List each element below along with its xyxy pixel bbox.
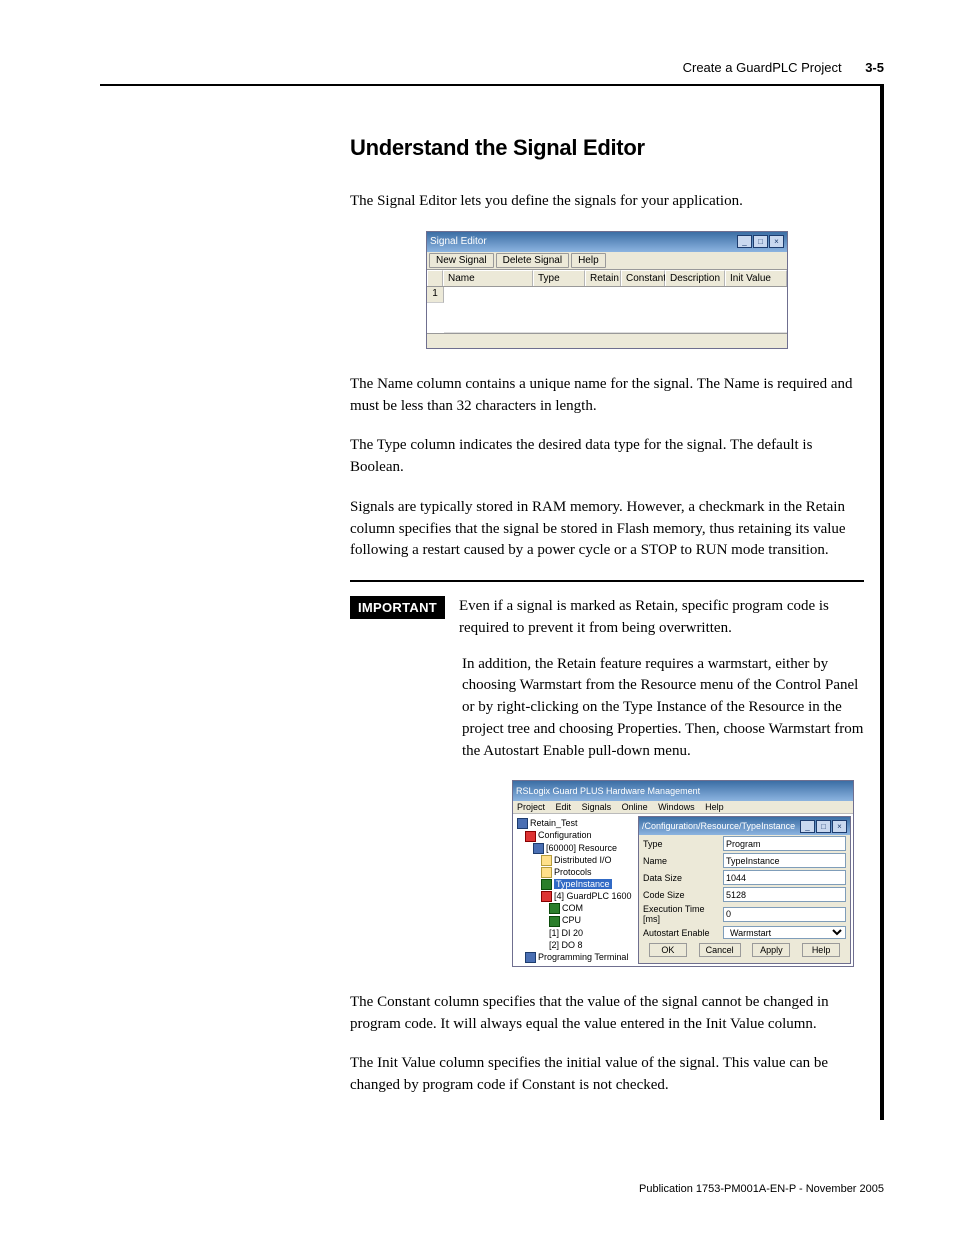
prop-csize-label: Code Size — [643, 890, 723, 900]
window-control-icons: _□× — [736, 235, 784, 248]
divider — [350, 580, 864, 582]
important-text-2: In addition, the Retain feature requires… — [462, 654, 864, 763]
signal-editor-figure: Signal Editor _□× New Signal Delete Sign… — [350, 231, 864, 349]
prop-dsize-field[interactable] — [723, 870, 846, 885]
sigeditor-statusbar — [427, 333, 787, 348]
hardware-mgmt-figure: RSLogix Guard PLUS Hardware Management P… — [350, 780, 854, 967]
sigeditor-title: Signal Editor — [430, 236, 487, 247]
tree-typeinstance[interactable]: TypeInstance — [554, 879, 612, 889]
important-block: IMPORTANT Even if a signal is marked as … — [350, 596, 864, 640]
plc-icon — [541, 891, 552, 902]
properties-window: /Configuration/Resource/TypeInstance _□×… — [638, 816, 851, 964]
folder-icon — [541, 855, 552, 866]
module-icon — [549, 916, 560, 927]
rownum-header — [427, 270, 443, 286]
prop-auto-label: Autostart Enable — [643, 928, 723, 938]
tree-progterm[interactable]: Programming Terminal — [538, 952, 628, 962]
menu-project[interactable]: Project — [517, 802, 545, 812]
type-paragraph: The Type column indicates the desired da… — [350, 435, 864, 479]
hw-titlebar: RSLogix Guard PLUS Hardware Management — [513, 781, 853, 801]
tree-protocols[interactable]: Protocols — [554, 867, 592, 877]
resource-icon — [533, 843, 544, 854]
close-icon[interactable]: × — [832, 820, 847, 833]
intro-paragraph: The Signal Editor lets you define the si… — [350, 191, 864, 213]
col-retain: Retain — [585, 270, 621, 286]
maximize-icon[interactable]: □ — [753, 235, 768, 248]
terminal-icon — [525, 952, 536, 963]
hw-menubar[interactable]: Project Edit Signals Online Windows Help — [513, 801, 853, 814]
delete-signal-button[interactable]: Delete Signal — [496, 253, 569, 268]
prop-name-label: Name — [643, 856, 723, 866]
menu-edit[interactable]: Edit — [556, 802, 572, 812]
ok-button[interactable]: OK — [649, 943, 687, 957]
prop-exec-field[interactable] — [723, 907, 846, 922]
prop-name-field[interactable] — [723, 853, 846, 868]
signal-editor-window: Signal Editor _□× New Signal Delete Sign… — [426, 231, 788, 349]
margin-rule — [880, 84, 884, 1120]
page-header: Create a GuardPLC Project 3-5 — [683, 60, 884, 75]
project-tree[interactable]: Retain_Test Configuration [60000] Resour… — [513, 814, 636, 966]
help-button[interactable]: Help — [571, 253, 606, 268]
tree-config[interactable]: Configuration — [538, 830, 592, 840]
section-title: Create a GuardPLC Project — [683, 60, 842, 75]
row-1-num: 1 — [427, 287, 444, 303]
typeinst-icon — [541, 879, 552, 890]
module-icon — [549, 903, 560, 914]
prop-exec-label: Execution Time [ms] — [643, 904, 723, 924]
close-icon[interactable]: × — [769, 235, 784, 248]
tree-di[interactable]: [1] DI 20 — [549, 928, 583, 938]
menu-windows[interactable]: Windows — [658, 802, 695, 812]
folder-icon — [541, 867, 552, 878]
prop-csize-field[interactable] — [723, 887, 846, 902]
help-button[interactable]: Help — [802, 943, 840, 957]
col-name: Name — [443, 270, 533, 286]
prop-titlebar: /Configuration/Resource/TypeInstance _□× — [639, 817, 850, 835]
prop-type-label: Type — [643, 839, 723, 849]
signal-grid-body[interactable]: 1 — [427, 287, 787, 333]
minimize-icon[interactable]: _ — [737, 235, 752, 248]
prop-type-field[interactable] — [723, 836, 846, 851]
retain-paragraph: Signals are typically stored in RAM memo… — [350, 497, 864, 562]
tree-com[interactable]: COM — [562, 903, 583, 913]
important-badge: IMPORTANT — [350, 596, 445, 619]
menu-signals[interactable]: Signals — [582, 802, 612, 812]
footer-text: Publication 1753-PM001A-EN-P - November … — [639, 1183, 884, 1195]
hardware-mgmt-window: RSLogix Guard PLUS Hardware Management P… — [512, 780, 854, 967]
prop-auto-select[interactable]: Warmstart — [723, 926, 846, 939]
name-paragraph: The Name column contains a unique name f… — [350, 374, 864, 418]
tree-resource[interactable]: [60000] Resource — [546, 843, 617, 853]
prop-title: /Configuration/Resource/TypeInstance — [642, 821, 795, 831]
constant-paragraph: The Constant column specifies that the v… — [350, 992, 864, 1036]
tree-guardplc[interactable]: [4] GuardPLC 1600 — [554, 891, 632, 901]
hw-title: RSLogix Guard PLUS Hardware Management — [516, 786, 700, 796]
menu-help[interactable]: Help — [705, 802, 724, 812]
apply-button[interactable]: Apply — [752, 943, 790, 957]
tree-root[interactable]: Retain_Test — [530, 818, 578, 828]
signal-grid-header: Name Type Retain Constant Description In… — [427, 270, 787, 287]
init-paragraph: The Init Value column specifies the init… — [350, 1053, 864, 1097]
config-icon — [525, 831, 536, 842]
tree-dio[interactable]: Distributed I/O — [554, 855, 612, 865]
maximize-icon[interactable]: □ — [816, 820, 831, 833]
col-description: Description — [665, 270, 725, 286]
menu-online[interactable]: Online — [622, 802, 648, 812]
col-type: Type — [533, 270, 585, 286]
page-number: 3-5 — [865, 60, 884, 75]
cancel-button[interactable]: Cancel — [699, 943, 741, 957]
col-init: Init Value — [725, 270, 787, 286]
important-text-1: Even if a signal is marked as Retain, sp… — [459, 596, 864, 640]
sigeditor-titlebar: Signal Editor _□× — [427, 232, 787, 252]
header-rule — [100, 84, 884, 86]
tree-do[interactable]: [2] DO 8 — [549, 940, 583, 950]
project-icon — [517, 818, 528, 829]
minimize-icon[interactable]: _ — [800, 820, 815, 833]
new-signal-button[interactable]: New Signal — [429, 253, 494, 268]
sigeditor-toolbar: New Signal Delete Signal Help — [427, 252, 787, 270]
col-constant: Constant — [621, 270, 665, 286]
heading: Understand the Signal Editor — [350, 135, 864, 161]
prop-dsize-label: Data Size — [643, 873, 723, 883]
tree-cpu[interactable]: CPU — [562, 915, 581, 925]
